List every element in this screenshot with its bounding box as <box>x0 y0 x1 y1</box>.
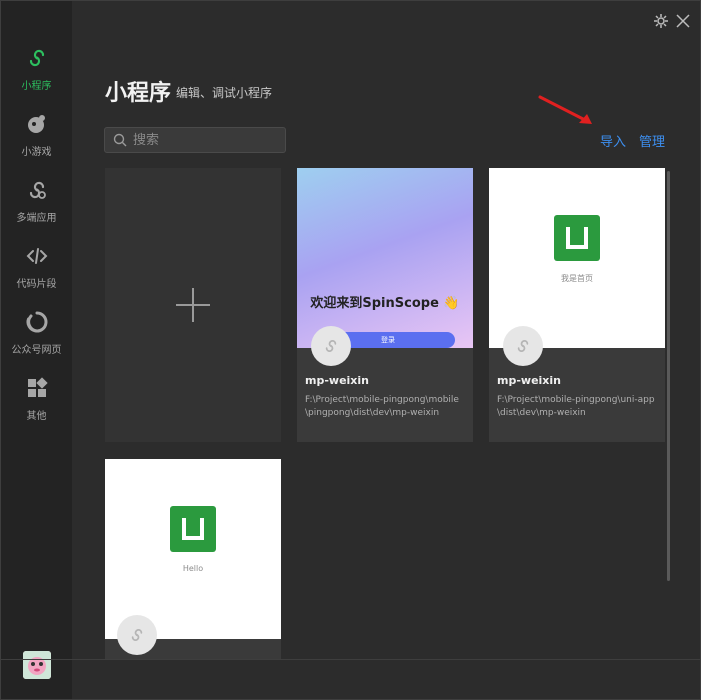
preview-title: 欢迎来到SpinScope 👋 <box>310 296 460 311</box>
project-path: F:\Project\mobile-pingpong\uni-app\dist\… <box>497 395 655 418</box>
multi-platform-icon <box>24 177 50 203</box>
sidebar-item-label: 其他 <box>26 411 47 422</box>
manage-button[interactable]: 管理 <box>639 131 665 150</box>
arrow-annotation <box>538 95 592 124</box>
sidebar: 小程序 小游戏 多端应用 代码片段 公众号网页 其他 <box>1 1 72 699</box>
import-button[interactable]: 导入 <box>600 131 626 150</box>
project-preview: 我是首页 <box>489 168 665 348</box>
project-card[interactable]: 我是首页 mp-weixin F:\Project\mobile-pingpon… <box>489 168 665 442</box>
sidebar-item-label: 代码片段 <box>16 279 57 290</box>
project-logo <box>311 326 351 366</box>
project-path: F:\Project\mobile-pingpong\mobile\pingpo… <box>305 395 459 418</box>
project-name: mp-weixin <box>497 374 561 387</box>
mini-program-icon <box>517 340 529 352</box>
bottom-divider <box>1 659 700 660</box>
sidebar-item-code-snippet[interactable]: 代码片段 <box>1 243 72 303</box>
code-snippet-icon <box>24 243 50 269</box>
preview-caption: 我是首页 <box>561 274 593 283</box>
uni-app-logo <box>170 506 216 552</box>
sidebar-item-mini-game[interactable]: 小游戏 <box>1 111 72 171</box>
mini-program-icon <box>131 629 143 641</box>
preview-caption: Hello <box>182 564 204 573</box>
sidebar-item-label: 小程序 <box>21 81 52 92</box>
project-logo <box>503 326 543 366</box>
project-card[interactable]: Hello <box>105 459 281 659</box>
gear-icon[interactable] <box>653 13 669 29</box>
project-logo <box>117 615 157 655</box>
search-box <box>104 127 286 153</box>
sidebar-item-label: 公众号网页 <box>11 345 62 356</box>
official-account-icon <box>24 309 50 335</box>
sidebar-item-official-account[interactable]: 公众号网页 <box>1 309 72 369</box>
scrollbar[interactable] <box>667 171 670 581</box>
mini-program-icon <box>24 45 50 71</box>
sidebar-item-multi-platform[interactable]: 多端应用 <box>1 177 72 237</box>
sidebar-item-label: 小游戏 <box>21 147 52 158</box>
app-window: 小程序 小游戏 多端应用 代码片段 公众号网页 其他 小程序 编辑、调试小程序 … <box>0 0 701 700</box>
mini-game-icon <box>24 111 50 137</box>
uni-app-logo <box>554 215 600 261</box>
sidebar-item-label: 多端应用 <box>16 213 57 224</box>
create-project-button[interactable] <box>105 168 281 442</box>
search-input[interactable] <box>131 131 275 149</box>
main-panel: 小程序 编辑、调试小程序 导入 管理 欢迎来到SpinScope 👋 <box>72 1 700 699</box>
sidebar-item-other[interactable]: 其他 <box>1 375 72 435</box>
close-icon[interactable] <box>675 13 691 29</box>
sidebar-item-mini-program[interactable]: 小程序 <box>1 45 72 105</box>
project-preview: 欢迎来到SpinScope 👋 登录 <box>297 168 473 348</box>
page-subtitle: 编辑、调试小程序 <box>176 86 273 100</box>
search-icon <box>113 133 127 147</box>
project-card[interactable]: 欢迎来到SpinScope 👋 登录 mp-weixin F:\Project\… <box>297 168 473 442</box>
project-preview: Hello <box>105 459 281 639</box>
avatar[interactable] <box>23 651 51 679</box>
mini-program-icon <box>325 340 337 352</box>
page-title: 小程序 <box>105 81 172 106</box>
preview-login-label: 登录 <box>381 336 395 344</box>
project-name: mp-weixin <box>305 374 369 387</box>
other-icon <box>24 375 50 401</box>
